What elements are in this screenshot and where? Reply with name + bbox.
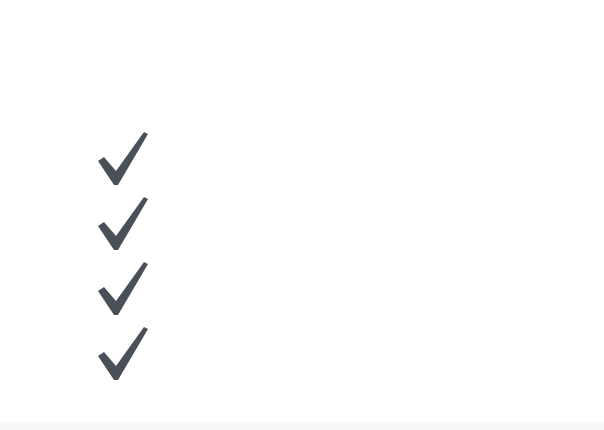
checkmark-icon	[96, 196, 148, 250]
page	[0, 0, 604, 430]
checkmark-icon	[96, 131, 148, 185]
bottom-strip	[0, 422, 604, 430]
checkmark-icon	[96, 261, 148, 315]
checkmark-icon	[96, 326, 148, 380]
checkmark-list	[96, 131, 152, 391]
